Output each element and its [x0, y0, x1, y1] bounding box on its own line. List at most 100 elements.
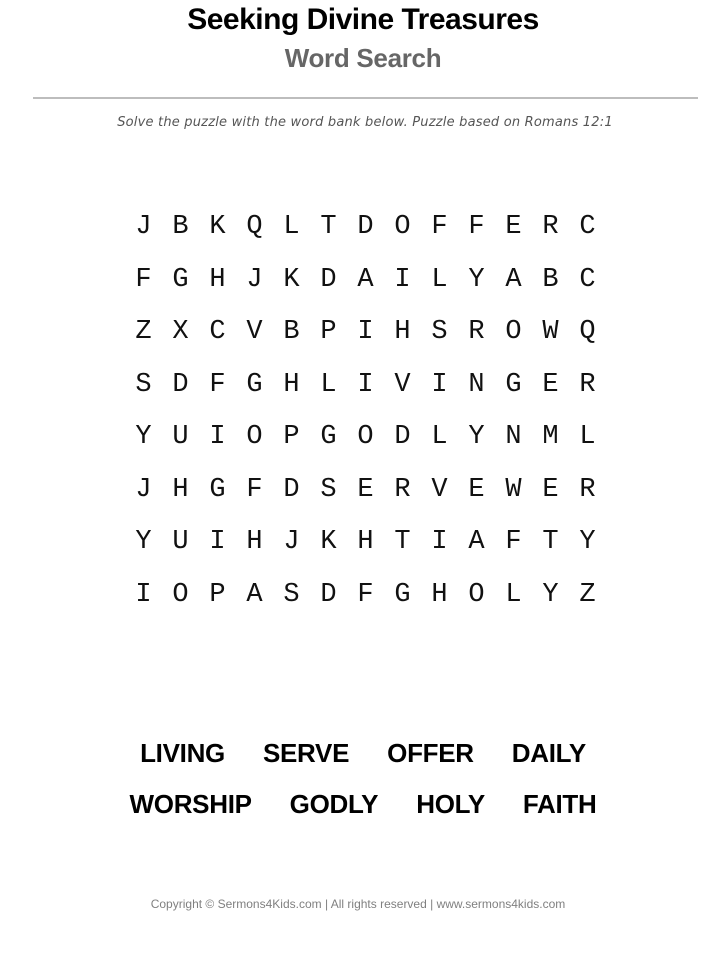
grid-cell: F: [468, 212, 485, 242]
grid-cell: U: [172, 527, 189, 557]
grid-cell: U: [172, 422, 189, 452]
grid-cell: T: [542, 527, 559, 557]
grid-cell: F: [431, 212, 448, 242]
grid-cell: E: [468, 474, 485, 505]
grid-cell: G: [394, 579, 411, 610]
word-bank-row: WORSHIP GODLY HOLY FAITH: [0, 779, 712, 830]
word-bank-item: GODLY: [289, 789, 379, 819]
grid-cell: W: [505, 474, 522, 505]
grid-cell: L: [431, 422, 448, 452]
word-bank-item: OFFER: [387, 738, 474, 768]
grid-cell: L: [505, 579, 522, 610]
grid-cell: H: [246, 527, 263, 557]
grid-cell: A: [505, 264, 522, 295]
grid-cell: Y: [468, 422, 485, 452]
grid-cell: F: [135, 264, 152, 295]
grid-cell: W: [542, 317, 559, 347]
grid-cell: H: [394, 317, 411, 347]
grid-cell: C: [579, 264, 596, 295]
grid-cell: C: [209, 317, 226, 347]
grid-cell: O: [246, 422, 263, 452]
grid-cell: Y: [542, 579, 559, 610]
grid-cell: N: [468, 369, 485, 400]
grid-cell: P: [283, 422, 300, 452]
grid-cell: E: [542, 369, 559, 400]
word-bank-item: FAITH: [522, 789, 597, 819]
grid-cell: O: [394, 212, 411, 242]
grid-cell: J: [135, 212, 152, 242]
grid-cell: P: [209, 579, 226, 610]
grid-cell: S: [135, 369, 152, 400]
grid-cell: Z: [135, 317, 152, 347]
grid-cell: V: [246, 317, 263, 347]
grid-cell: H: [283, 369, 300, 400]
word-bank-row: LIVING SERVE OFFER DAILY: [0, 728, 712, 779]
grid-cell: I: [394, 264, 411, 295]
grid-cell: A: [468, 527, 485, 557]
grid-cell: D: [357, 212, 374, 242]
grid-cell: L: [579, 422, 596, 452]
grid-cell: Q: [579, 317, 596, 347]
grid-cell: Y: [135, 527, 152, 557]
grid-cell: H: [209, 264, 226, 295]
grid-cell: D: [394, 422, 411, 452]
grid-cell: Z: [579, 579, 596, 610]
page-subtitle: Word Search: [284, 43, 442, 73]
grid-cell: G: [320, 422, 337, 452]
copyright-footer: Copyright © Sermons4Kids.com | All right…: [150, 897, 566, 911]
grid-cell: O: [505, 317, 522, 347]
grid-cell: J: [246, 264, 263, 295]
grid-cell: K: [209, 212, 226, 242]
word-bank-item: DAILY: [511, 738, 586, 768]
grid-cell: G: [172, 264, 189, 295]
grid-cell: X: [172, 317, 189, 347]
grid-cell: H: [172, 474, 189, 505]
grid-cell: D: [172, 369, 189, 400]
grid-cell: J: [135, 474, 152, 505]
grid-cell: J: [283, 527, 300, 557]
grid-cell: E: [542, 474, 559, 505]
word-bank-item: WORSHIP: [129, 789, 252, 819]
word-bank-item: HOLY: [416, 789, 485, 819]
grid-cell: A: [246, 579, 263, 610]
grid-cell: S: [283, 579, 300, 610]
grid-cell: C: [579, 212, 596, 242]
grid-cell: I: [431, 369, 448, 400]
grid-cell: H: [431, 579, 448, 610]
grid-cell: R: [542, 212, 559, 242]
grid-cell: B: [283, 317, 300, 347]
grid-cell: N: [505, 422, 522, 452]
grid-cell: K: [320, 527, 337, 557]
grid-cell: D: [283, 474, 300, 505]
grid-cell: Y: [579, 527, 596, 557]
grid-cell: G: [209, 474, 226, 505]
grid-cell: A: [357, 264, 374, 295]
grid-cell: Q: [246, 212, 263, 242]
grid-cell: G: [505, 369, 522, 400]
grid-cell: R: [468, 317, 485, 347]
grid-cell: O: [357, 422, 374, 452]
grid-cell: Y: [468, 264, 485, 295]
word-bank: LIVING SERVE OFFER DAILY WORSHIP GODLY HOLY FAI…: [0, 728, 712, 830]
grid-cell: S: [431, 317, 448, 347]
grid-cell: G: [246, 369, 263, 400]
grid-cell: L: [283, 212, 300, 242]
header-divider: [33, 97, 698, 99]
word-bank-item: LIVING: [140, 738, 225, 768]
grid-cell: B: [172, 212, 189, 242]
grid-cell: B: [542, 264, 559, 295]
grid-cell: E: [505, 212, 522, 242]
grid-cell: L: [431, 264, 448, 295]
grid-cell: I: [209, 422, 226, 452]
grid-cell: T: [394, 527, 411, 557]
grid-cell: F: [505, 527, 522, 557]
grid-cell: P: [320, 317, 337, 347]
grid-cell: I: [135, 579, 152, 610]
grid-cell: L: [320, 369, 337, 400]
grid-cell: F: [246, 474, 263, 505]
grid-cell: R: [579, 369, 596, 400]
page-title: Seeking Divine Treasures: [187, 3, 539, 36]
grid-cell: T: [320, 212, 337, 242]
grid-cell: M: [542, 422, 559, 452]
grid-cell: I: [357, 317, 374, 347]
